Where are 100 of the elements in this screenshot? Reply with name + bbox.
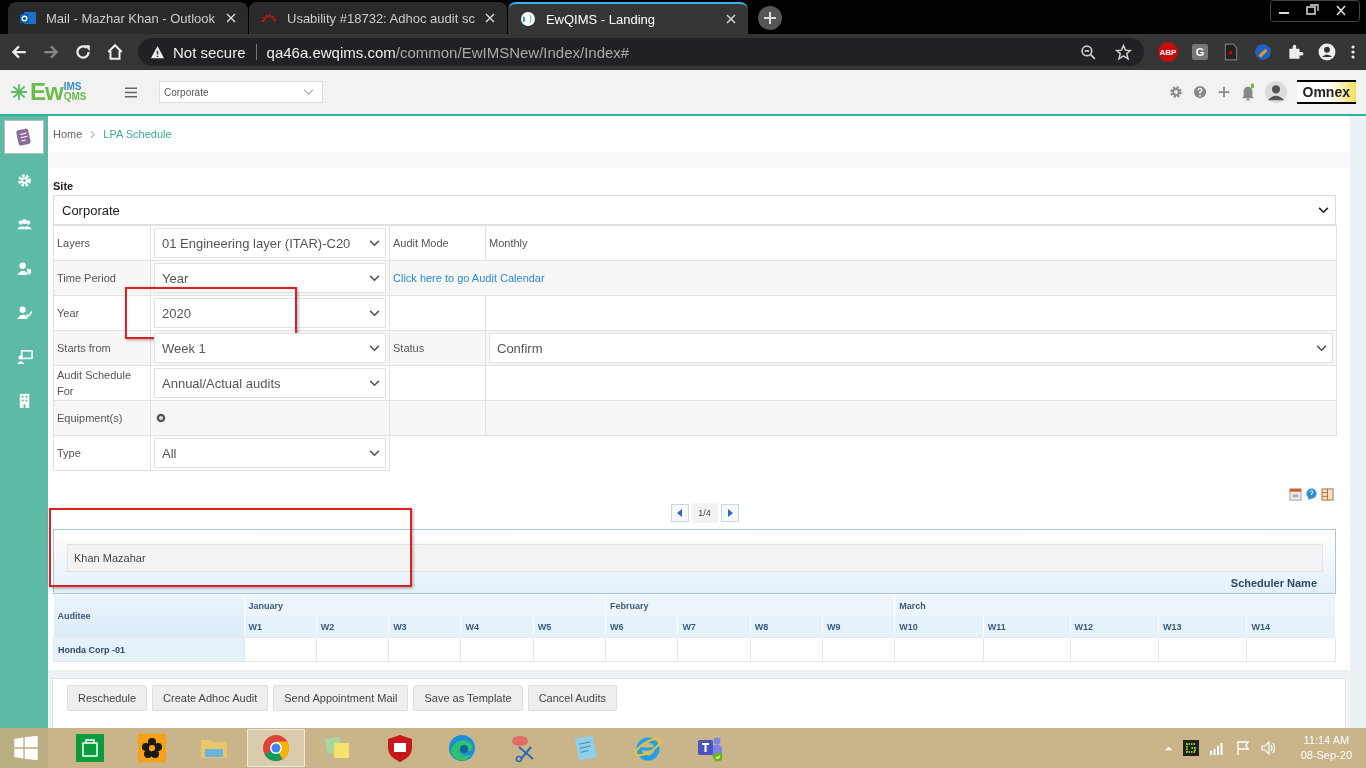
- url-text: qa46a.ewqims.com/common/EwIMSNew/Index/Index#: [266, 43, 631, 61]
- document-icon[interactable]: [1222, 43, 1240, 61]
- tab-title: EwQIMS - Landing: [545, 11, 656, 27]
- browser-tab[interactable]: Usability #18732: Adhoc audit sc: [249, 2, 507, 34]
- browser-tab[interactable]: Mail - Mazhar Khan - Outlook: [8, 2, 248, 34]
- chevron-down-icon: [369, 449, 380, 457]
- breadcrumb-link[interactable]: Home: [53, 128, 83, 140]
- chevron-down-icon: [369, 274, 380, 282]
- dropdown[interactable]: Week 1: [154, 333, 386, 363]
- week-header: W10: [894, 616, 984, 638]
- dropdown[interactable]: Confirm: [489, 333, 1333, 363]
- field-label: Layers: [57, 236, 91, 251]
- plus-icon[interactable]: [1216, 85, 1231, 99]
- shield-icon: [385, 733, 415, 763]
- action-button[interactable]: Cancel Audits: [527, 685, 617, 711]
- close-icon[interactable]: [725, 14, 736, 24]
- avatar-icon[interactable]: [1264, 81, 1287, 103]
- week-header: W9: [822, 616, 895, 638]
- new-tab-icon[interactable]: [756, 5, 783, 31]
- field-label: Type: [57, 446, 81, 461]
- field-label: Time Period: [57, 271, 116, 286]
- address-field[interactable]: Not secure qa46a.ewqims.com/common/EwIMSNew/Index/Index#: [138, 38, 1144, 66]
- start-icon[interactable]: [13, 735, 39, 761]
- presenter-icon: [15, 347, 33, 365]
- shopping-bag-icon: [75, 733, 105, 763]
- forward-icon[interactable]: [42, 43, 60, 61]
- back-icon[interactable]: [10, 43, 28, 61]
- next-page-icon[interactable]: [720, 504, 739, 522]
- column-header: Auditee: [53, 595, 244, 638]
- tab-title: Usability #18732: Adhoc audit sc: [287, 10, 475, 26]
- close-icon[interactable]: [484, 13, 495, 23]
- radio-icon[interactable]: [156, 413, 166, 423]
- close-icon[interactable]: [226, 13, 236, 23]
- field-label: Starts from: [57, 341, 111, 356]
- browser-icon: [261, 733, 291, 763]
- dropdown[interactable]: All: [154, 438, 386, 468]
- week-header: W7: [677, 616, 751, 638]
- week-header: W13: [1158, 616, 1247, 638]
- site-dropdown[interactable]: Corporate: [159, 81, 323, 103]
- speaker-icon[interactable]: [1260, 740, 1277, 756]
- puzzle-icon[interactable]: [1286, 43, 1304, 61]
- week-header: W4: [460, 616, 534, 638]
- calendar-icon[interactable]: [1289, 488, 1302, 501]
- week-header: W12: [1070, 616, 1159, 638]
- field-value: Monthly: [489, 236, 528, 251]
- zoom-out-icon[interactable]: [1080, 43, 1097, 61]
- settings-icon[interactable]: [1168, 85, 1183, 99]
- chevron-down-icon: [369, 309, 380, 317]
- extension-button[interactable]: ABP: [1158, 42, 1178, 62]
- browser-tab[interactable]: EwQIMS - Landing: [507, 2, 748, 34]
- flag-icon[interactable]: [1234, 740, 1251, 756]
- help-icon[interactable]: [1192, 85, 1207, 99]
- bell-icon[interactable]: [1240, 83, 1255, 101]
- extension-button[interactable]: G: [1192, 44, 1208, 60]
- signal-icon[interactable]: [1208, 740, 1225, 756]
- menu-icon[interactable]: [1350, 44, 1356, 60]
- week-header: W6: [605, 616, 678, 638]
- tray-app-icon[interactable]: [1182, 740, 1199, 756]
- columns-icon[interactable]: [1321, 488, 1334, 501]
- help-bubble-icon[interactable]: [1305, 488, 1318, 501]
- reload-icon[interactable]: [74, 43, 92, 61]
- field-label: Audit Mode: [393, 236, 449, 251]
- chevron-right-icon: [90, 129, 96, 139]
- star-icon[interactable]: [1115, 43, 1132, 61]
- site-icon: [519, 11, 536, 27]
- week-header: W2: [316, 616, 389, 638]
- action-button[interactable]: Save as Template: [413, 685, 523, 711]
- week-header: W5: [533, 616, 606, 638]
- page-indicator: 1/4: [691, 503, 718, 523]
- scheduler-name-label: Scheduler Name: [1229, 577, 1318, 589]
- chevron-down-icon: [1318, 206, 1329, 214]
- action-button[interactable]: Send Appointment Mail: [273, 685, 409, 711]
- home-icon[interactable]: [106, 43, 124, 61]
- minimize-restore-close-icon[interactable]: [1270, 0, 1360, 22]
- chevron-down-icon: [369, 379, 380, 387]
- dropdown[interactable]: 01 Engineering layer (ITAR)-C20: [154, 228, 386, 258]
- audit-calendar-link[interactable]: Click here to go Audit Calendar: [393, 272, 545, 284]
- action-button[interactable]: Create Adhoc Audit: [152, 685, 269, 711]
- profile-icon[interactable]: [1318, 43, 1336, 61]
- auditee-cell: Honda Corp -01: [53, 637, 244, 662]
- previous-page-icon[interactable]: [670, 504, 689, 522]
- site-dropdown[interactable]: Corporate: [53, 195, 1336, 225]
- dropdown[interactable]: Year: [154, 263, 386, 293]
- menu-icon[interactable]: [125, 86, 137, 98]
- field-label: Status: [393, 341, 425, 356]
- dropdown[interactable]: 2020: [154, 298, 386, 328]
- clipboard-icon: [14, 127, 34, 147]
- dropdown[interactable]: Annual/Actual audits: [154, 368, 386, 398]
- brush-icon[interactable]: [1254, 43, 1272, 61]
- field-label: Year: [57, 306, 80, 321]
- month-header: January: [244, 595, 606, 616]
- field-label: Equipment(s): [57, 411, 123, 426]
- swirl-icon: [447, 733, 477, 763]
- sidebar-item[interactable]: [4, 120, 44, 154]
- flower-icon: [137, 733, 167, 763]
- action-button[interactable]: Reschedule: [67, 685, 148, 711]
- scheduler-name-field[interactable]: Khan Mazahar: [67, 544, 1323, 572]
- week-header: W11: [983, 616, 1071, 638]
- clock-time: 11:14 AM: [1303, 733, 1350, 748]
- warning-icon: [150, 44, 165, 60]
